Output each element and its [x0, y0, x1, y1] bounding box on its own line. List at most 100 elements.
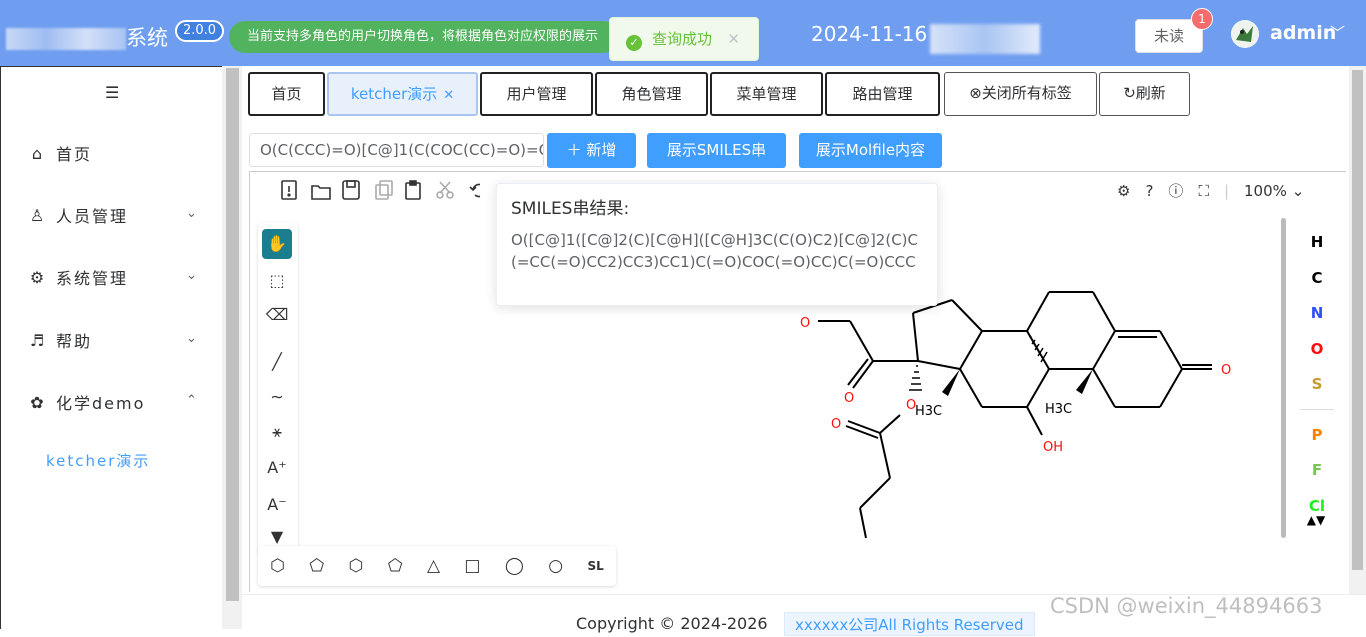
element-c[interactable]: C	[1305, 269, 1329, 287]
settings-icon[interactable]: ⚙	[1117, 182, 1130, 200]
cyclopentane-icon[interactable]: ⬠	[388, 556, 403, 576]
cycloheptane-icon[interactable]: ◯	[505, 556, 524, 576]
smiles-result-popover: SMILES串结果: O([C@]1([C@]2(C)[C@H]([C@H]3C…	[496, 183, 938, 306]
chevron-down-icon: ⌄	[1291, 181, 1305, 200]
sidebar-item-system[interactable]: ⚙ 系统管理	[28, 265, 128, 289]
date-display: 2024-11-16	[811, 22, 928, 46]
sidebar-item-help[interactable]: ♬ 帮助	[28, 328, 92, 352]
element-o[interactable]: O	[1305, 340, 1329, 358]
template-toolbar: ⬡ ⬠ ⬡ ⬠ △ □ ◯ ○ SL	[258, 546, 616, 586]
tab-label: ketcher演示	[350, 85, 438, 103]
app-name-suffix: 系统	[126, 26, 168, 50]
sidebar-item-label: 人员管理	[56, 207, 129, 226]
cyclopropane-icon[interactable]: △	[427, 556, 440, 576]
chevron-up-icon: ⌃	[186, 393, 197, 408]
popover-title: SMILES串结果:	[511, 199, 630, 219]
footer-copyright: Copyright © 2024-2026	[576, 614, 768, 633]
element-divider	[1300, 409, 1334, 410]
home-icon: ⌂	[31, 143, 45, 163]
single-bond-icon[interactable]: ╱	[262, 347, 292, 377]
fullscreen-icon[interactable]: ⛶	[1198, 182, 1209, 200]
atom-o-ester-top: O	[800, 316, 810, 331]
molecule-canvas[interactable]: O O O O O H3C H3C OH	[780, 280, 1240, 545]
refresh-button[interactable]: ↻刷新	[1099, 72, 1190, 116]
unread-count-badge: 1	[1191, 8, 1213, 30]
cyclobutane-icon[interactable]: □	[464, 556, 480, 576]
zoom-value: 100%	[1244, 181, 1287, 200]
charge-plus-icon[interactable]: A⁺	[262, 453, 292, 483]
footer-company: xxxxxx公司All Rights Reserved	[784, 612, 1035, 636]
toast-close-icon[interactable]: ✕	[727, 18, 740, 60]
show-molfile-button[interactable]: 展示Molfile内容	[799, 133, 942, 168]
show-smiles-button[interactable]: 展示SMILES串	[647, 133, 786, 168]
smiles-input-value: O(C(CCC)=O)[C@]1(C(COC(CC)=O)=O	[260, 141, 544, 159]
rgroup-icon[interactable]: ⚹	[262, 417, 292, 447]
element-scroll-arrows[interactable]: ▲▼	[1305, 513, 1327, 527]
cyclohexane-icon[interactable]: ⬡	[349, 556, 364, 576]
editor-scrollbar[interactable]	[1281, 218, 1286, 538]
user-icon: ♙	[29, 205, 47, 225]
success-icon: ✓	[626, 35, 642, 51]
structure-library-icon[interactable]: SL	[587, 559, 603, 573]
close-all-tabs-button[interactable]: ⊗关闭所有标签	[944, 72, 1097, 116]
element-f[interactable]: F	[1305, 461, 1329, 479]
chain-tool-icon[interactable]: ∼	[262, 382, 292, 412]
atom-methyl-b: H3C	[1045, 402, 1072, 417]
select-tool-icon[interactable]: ⬚	[262, 266, 292, 296]
gear-icon: ⚙	[29, 267, 47, 287]
close-icon[interactable]: ✕	[443, 88, 454, 103]
popover-body: O([C@]1([C@]2(C)[C@H]([C@H]3C(C(O)C2)[C@…	[511, 231, 918, 271]
sidebar-item-label: 化学demo	[56, 394, 146, 413]
element-p[interactable]: P	[1305, 426, 1329, 444]
headset-icon: ♬	[29, 330, 47, 350]
add-button[interactable]: ＋ 新增	[547, 133, 636, 168]
editor-top-toolbar	[280, 178, 480, 202]
chevron-down-icon[interactable]: ﹀	[1330, 22, 1345, 43]
tab-home[interactable]: 首页	[248, 72, 325, 116]
avatar-icon	[1231, 20, 1259, 48]
editor-view-tools: ⚙ ? ⓘ ⛶ | 100% ⌄	[1117, 180, 1304, 201]
app-name: 系统	[6, 22, 168, 52]
tab-menu-management[interactable]: 菜单管理	[710, 72, 823, 116]
sidebar-item-personnel[interactable]: ♙ 人员管理	[28, 203, 128, 227]
sidebar-item-label: 首页	[56, 145, 93, 164]
user-name[interactable]: admin	[1270, 22, 1336, 44]
atom-o-right: O	[1221, 363, 1231, 378]
sidebar-item-home[interactable]: ⌂ 首页	[28, 141, 92, 165]
help-icon[interactable]: ?	[1145, 182, 1153, 200]
time-blurred	[930, 24, 1040, 54]
sidebar-subitem-ketcher[interactable]: ketcher演示	[46, 450, 150, 471]
tab-role-management[interactable]: 角色管理	[595, 72, 708, 116]
element-h[interactable]: H	[1305, 233, 1329, 251]
charge-minus-icon[interactable]: A⁻	[262, 490, 292, 520]
chevron-down-icon: ⌄	[186, 268, 197, 283]
app-name-blurred	[6, 28, 126, 50]
smiles-input[interactable]: O(C(CCC)=O)[C@]1(C(COC(CC)=O)=O	[249, 133, 544, 167]
success-toast: ✓ 查询成功 ✕	[609, 17, 759, 61]
page-scroll-thumb[interactable]	[1352, 70, 1363, 570]
divider: |	[1223, 181, 1230, 200]
toast-message: 查询成功	[652, 30, 713, 48]
element-n[interactable]: N	[1305, 304, 1329, 322]
user-avatar[interactable]	[1231, 20, 1259, 48]
sidebar-item-chem-demo[interactable]: ✿ 化学demo	[28, 390, 145, 414]
sidebar-item-label: 帮助	[56, 332, 93, 351]
info-icon[interactable]: ⓘ	[1168, 180, 1183, 201]
benzene-icon[interactable]: ⬡	[270, 556, 285, 576]
menu-collapse-icon[interactable]: ☰	[105, 83, 119, 102]
tab-route-management[interactable]: 路由管理	[825, 72, 940, 116]
sidebar-scroll-thumb[interactable]	[226, 68, 239, 601]
cyclooctane-icon[interactable]: ○	[548, 556, 563, 576]
atom-methyl-a: H3C	[915, 404, 942, 419]
tab-ketcher[interactable]: ketcher演示 ✕	[327, 72, 478, 116]
chevron-down-icon: ⌄	[186, 331, 197, 346]
zoom-select[interactable]: 100% ⌄	[1244, 182, 1304, 200]
file-tools-icons[interactable]	[280, 178, 480, 202]
hand-tool-icon[interactable]: ✋	[262, 229, 292, 259]
eraser-icon[interactable]: ⌫	[262, 300, 292, 330]
element-s[interactable]: S	[1305, 375, 1329, 393]
cyclopentadiene-icon[interactable]: ⬠	[309, 556, 324, 576]
tab-user-management[interactable]: 用户管理	[480, 72, 593, 116]
grape-icon: ✿	[30, 392, 46, 412]
sidebar-item-label: 系统管理	[56, 269, 129, 288]
